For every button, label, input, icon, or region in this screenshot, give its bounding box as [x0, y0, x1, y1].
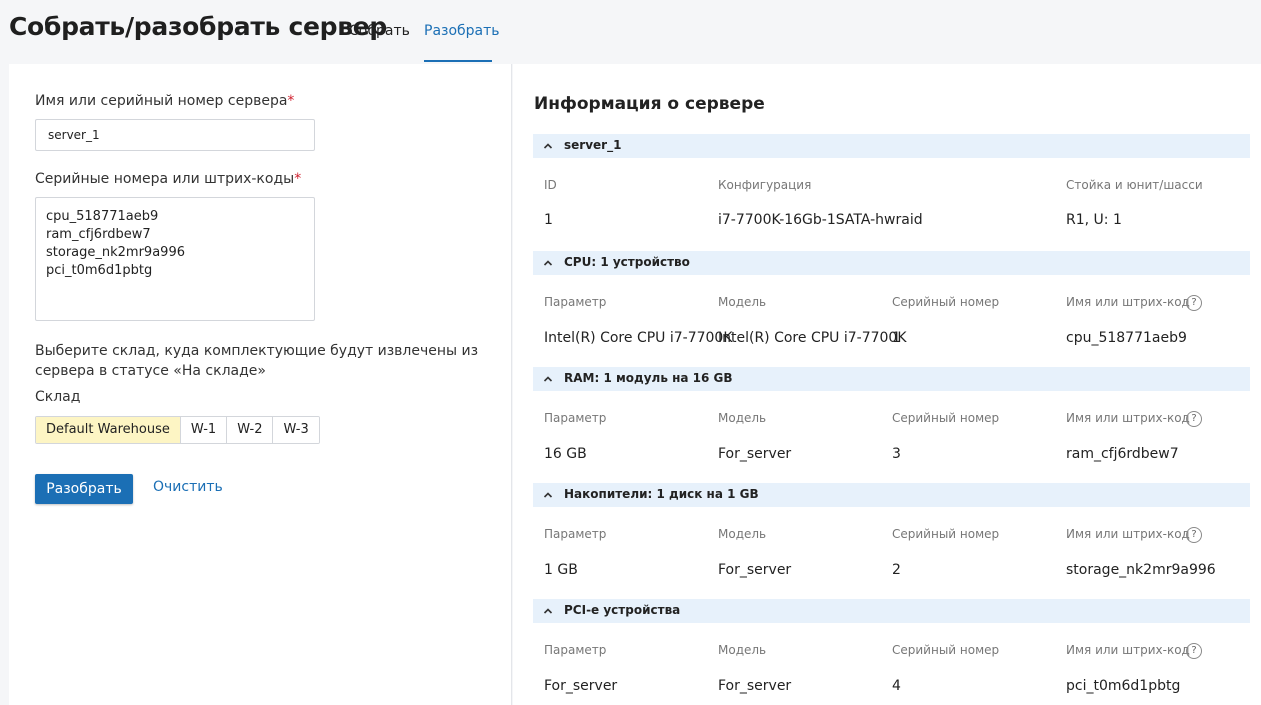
help-icon[interactable]: ?	[1186, 527, 1202, 543]
chevron-up-icon	[543, 608, 553, 614]
section-title: PCI-e устройства	[564, 603, 681, 617]
server-config-value: i7-7700K-16Gb-1SATA-hwraid	[718, 212, 923, 228]
col-header-barcode: Имя или штрих-код	[1066, 643, 1190, 657]
warehouse-option-w3[interactable]: W-3	[273, 417, 319, 443]
col-header-barcode: Имя или штрих-код	[1066, 527, 1190, 541]
cpu-barcode-value: cpu_518771aeb9	[1066, 330, 1187, 346]
col-header-param: Параметр	[544, 643, 607, 657]
pcie-param-value: For_server	[544, 678, 618, 694]
warehouse-option-default[interactable]: Default Warehouse	[36, 417, 181, 443]
help-icon[interactable]: ?	[1186, 295, 1202, 311]
section-header-cpu[interactable]: CPU: 1 устройство	[533, 251, 1250, 275]
col-header-barcode: Имя или штрих-код	[1066, 295, 1190, 309]
col-header-param: Параметр	[544, 527, 607, 541]
ram-model-value: For_server	[718, 446, 792, 462]
pcie-serial-value: 4	[892, 678, 901, 694]
serials-label: Серийные номера или штрих-коды*	[35, 171, 301, 187]
section-title: RAM: 1 модуль на 16 GB	[564, 371, 733, 385]
server-name-label: Имя или серийный номер сервера*	[35, 93, 294, 109]
col-header-model: Модель	[718, 643, 767, 657]
chevron-up-icon	[543, 376, 553, 382]
page-header: Собрать/разобрать сервер Собрать Разобра…	[0, 0, 1261, 62]
storage-barcode-value: storage_nk2mr9a996	[1066, 562, 1216, 578]
serials-label-text: Серийные номера или штрих-коды	[35, 171, 295, 187]
server-rack-value: R1, U: 1	[1066, 212, 1122, 228]
server-info-panel: Информация о сервере server_1 ID Конфигу…	[513, 64, 1261, 705]
col-header-serial: Серийный номер	[892, 295, 1000, 309]
help-icon[interactable]: ?	[1186, 411, 1202, 427]
server-name-input[interactable]: server_1	[35, 119, 315, 151]
chevron-up-icon	[543, 260, 553, 266]
warehouse-description: Выберите склад, куда комплектующие будут…	[35, 343, 479, 379]
serials-textarea[interactable]: cpu_518771aeb9 ram_cfj6rdbew7 storage_nk…	[35, 197, 315, 321]
col-header-model: Модель	[718, 295, 767, 309]
cpu-param-value: Intel(R) Core CPU i7-7700K	[544, 330, 733, 346]
chevron-up-icon	[543, 143, 553, 149]
cpu-model-value: Intel(R) Core CPU i7-7700K	[718, 330, 907, 346]
server-name-label-text: Имя или серийный номер сервера	[35, 93, 288, 109]
col-header-barcode: Имя или штрих-код	[1066, 411, 1190, 425]
required-mark: *	[287, 93, 295, 109]
storage-model-value: For_server	[718, 562, 792, 578]
col-header-serial: Серийный номер	[892, 411, 1000, 425]
tab-disassemble[interactable]: Разобрать	[424, 23, 500, 39]
section-title: server_1	[564, 138, 622, 152]
ram-param-value: 16 GB	[544, 446, 587, 462]
disassemble-form-panel: Имя или серийный номер сервера* server_1…	[9, 64, 512, 705]
warehouse-label: Склад	[35, 389, 81, 405]
storage-serial-value: 2	[892, 562, 901, 578]
ram-barcode-value: ram_cfj6rdbew7	[1066, 446, 1179, 462]
col-header-model: Модель	[718, 527, 767, 541]
help-icon[interactable]: ?	[1186, 643, 1202, 659]
cpu-serial-value: 1	[892, 330, 901, 346]
col-header-param: Параметр	[544, 411, 607, 425]
pcie-barcode-value: pci_t0m6d1pbtg	[1066, 678, 1181, 694]
storage-param-value: 1 GB	[544, 562, 578, 578]
col-header-config: Конфигурация	[718, 178, 812, 192]
disassemble-button[interactable]: Разобрать	[35, 474, 133, 504]
ram-serial-value: 3	[892, 446, 901, 462]
col-header-param: Параметр	[544, 295, 607, 309]
warehouse-option-w1[interactable]: W-1	[180, 417, 228, 443]
section-header-server[interactable]: server_1	[533, 134, 1250, 158]
warehouse-option-w2[interactable]: W-2	[227, 417, 274, 443]
clear-button[interactable]: Очистить	[153, 479, 223, 495]
col-header-rack: Стойка и юнит/шасси	[1066, 178, 1203, 192]
section-title: CPU: 1 устройство	[564, 255, 690, 269]
section-header-storage[interactable]: Накопители: 1 диск на 1 GB	[533, 483, 1250, 507]
server-id-value: 1	[544, 212, 553, 228]
section-title: Накопители: 1 диск на 1 GB	[564, 487, 759, 501]
col-header-model: Модель	[718, 411, 767, 425]
pcie-model-value: For_server	[718, 678, 792, 694]
page-title: Собрать/разобрать сервер	[9, 12, 388, 41]
col-header-serial: Серийный номер	[892, 527, 1000, 541]
col-header-serial: Серийный номер	[892, 643, 1000, 657]
section-header-ram[interactable]: RAM: 1 модуль на 16 GB	[533, 367, 1250, 391]
required-mark: *	[294, 171, 302, 187]
tab-assemble[interactable]: Собрать	[349, 23, 410, 39]
active-tab-indicator	[424, 60, 492, 62]
col-header-id: ID	[544, 178, 557, 192]
section-header-pcie[interactable]: PCI-e устройства	[533, 599, 1250, 623]
warehouse-selector: Default Warehouse W-1 W-2 W-3	[35, 416, 320, 444]
chevron-up-icon	[543, 492, 553, 498]
server-info-title: Информация о сервере	[534, 94, 765, 114]
